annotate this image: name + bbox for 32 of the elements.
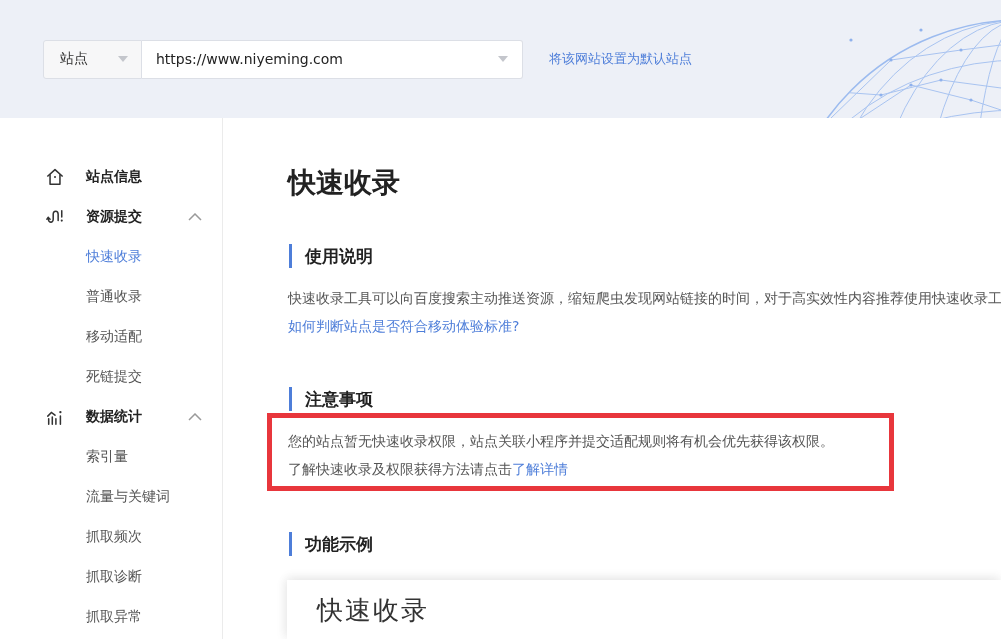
loop-arrow-icon	[46, 208, 64, 226]
notice-text: 您的站点暂无快速收录权限，站点关联小程序并提交适配规则将有机会优先获得该权限。	[288, 432, 834, 451]
caret-down-icon	[498, 56, 508, 62]
details-link[interactable]: 了解详情	[512, 461, 568, 477]
url-dropdown[interactable]: https://www.niyeming.com	[142, 39, 523, 79]
section-heading: 使用说明	[289, 244, 373, 268]
notice-text: 了解快速收录及权限获得方法请点击了解详情	[288, 460, 568, 479]
sidebar-subitem[interactable]: 抓取异常	[0, 597, 222, 637]
bar-chart-icon	[46, 408, 64, 426]
sidebar-subitem[interactable]: 索引量	[0, 437, 222, 477]
sidebar-subitem[interactable]: 抓取诊断	[0, 557, 222, 597]
sidebar-subitem[interactable]: 移动适配	[0, 317, 222, 357]
section-heading: 注意事项	[289, 387, 373, 411]
description-text: 快速收录工具可以向百度搜索主动推送资源，缩短爬虫发现网站链接的时间，对于高实效性内容推荐使用快速收录工	[288, 289, 1001, 308]
sidebar-subitem[interactable]: 普通收录	[0, 277, 222, 317]
caret-down-icon	[118, 56, 128, 62]
preview-title: 快速收录	[317, 594, 429, 626]
chevron-up-icon[interactable]	[188, 213, 202, 221]
sidebar-subitem[interactable]: 抓取频次	[0, 517, 222, 557]
home-icon	[46, 168, 64, 186]
sidebar-subitem[interactable]: 流量与关键词	[0, 477, 222, 517]
chevron-up-icon[interactable]	[188, 413, 202, 421]
sidebar-item[interactable]: 数据统计	[0, 397, 222, 437]
page-title: 快速收录	[288, 165, 400, 201]
sidebar-subitem[interactable]: 死链提交	[0, 357, 222, 397]
sidebar-subitem[interactable]: 快速收录	[0, 237, 222, 277]
set-default-site-link[interactable]: 将该网站设置为默认站点	[549, 50, 692, 68]
help-link[interactable]: 如何判断站点是否符合移动体验标准?	[288, 312, 520, 340]
sidebar-item[interactable]: 资源提交	[0, 197, 222, 237]
sidebar-item[interactable]: 站点信息	[0, 157, 222, 197]
site-type-dropdown[interactable]: 站点	[43, 39, 142, 79]
section-heading: 功能示例	[289, 532, 373, 556]
